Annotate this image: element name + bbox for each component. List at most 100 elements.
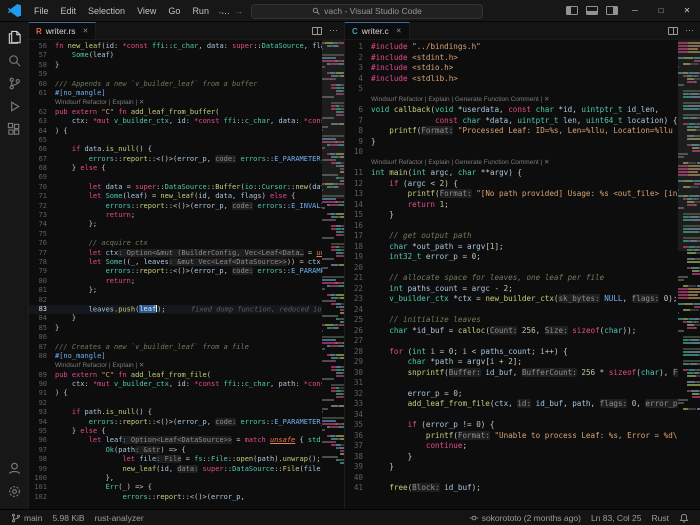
line-number[interactable]: 77 <box>29 249 55 258</box>
code-line[interactable]: 40 <box>345 473 678 484</box>
code-line[interactable]: 92 <box>29 399 322 408</box>
line-number[interactable] <box>345 158 371 169</box>
menu-item-edit[interactable]: Edit <box>55 0 83 22</box>
code-line[interactable]: 86 <box>29 333 322 342</box>
lsp-status[interactable]: rust-analyzer <box>90 510 149 525</box>
line-number[interactable]: 13 <box>345 189 371 200</box>
code-line[interactable]: 68 } else { <box>29 164 322 173</box>
split-editor-icon[interactable] <box>668 27 678 35</box>
code-line[interactable]: 91) { <box>29 389 322 398</box>
code-line[interactable]: 22 int paths_count = argc - 2; <box>345 284 678 295</box>
line-number[interactable]: 19 <box>345 252 371 263</box>
line-number[interactable]: 20 <box>345 263 371 274</box>
line-number[interactable]: 22 <box>345 284 371 295</box>
minimap-slider[interactable] <box>678 40 700 251</box>
codelens-actions[interactable]: Windsurf Refactor | Explain | ✕ <box>55 98 322 107</box>
code-line[interactable]: 57 Some(leaf) <box>29 51 322 60</box>
file-size-indicator[interactable]: 5.98 KiB <box>47 510 89 525</box>
line-number[interactable] <box>29 361 55 370</box>
line-number[interactable]: 69 <box>29 173 55 182</box>
more-actions-icon[interactable]: ⋯ <box>329 25 338 36</box>
code-line[interactable]: 96 let leaf: Option<Leaf<DataSource>> = … <box>29 436 322 445</box>
code-line[interactable]: 82 <box>29 296 322 305</box>
minimap[interactable] <box>678 40 700 509</box>
line-number[interactable]: 87 <box>29 343 55 352</box>
line-number[interactable]: 100 <box>29 474 55 483</box>
notifications-bell-icon[interactable] <box>674 510 694 525</box>
line-number[interactable]: 83 <box>29 305 55 314</box>
code-line[interactable]: 78 let Some((_, leaves: &mut Vec<Leaf<Da… <box>29 258 322 267</box>
code-line[interactable]: 90 ctx: *mut v_builder_ctx, id: *const f… <box>29 380 322 389</box>
line-number[interactable]: 71 <box>29 192 55 201</box>
code-line[interactable]: 1#include "../bindings.h" <box>345 42 678 53</box>
line-number[interactable]: 96 <box>29 436 55 445</box>
code-line[interactable]: 58} <box>29 61 322 70</box>
code-line[interactable]: 70 let data = super::DataSource::Buffer(… <box>29 183 322 192</box>
line-number[interactable]: 6 <box>345 105 371 116</box>
code-line[interactable]: 88#[no_mangle] <box>29 352 322 361</box>
line-number[interactable]: 76 <box>29 239 55 248</box>
language-mode[interactable]: Rust <box>647 510 674 525</box>
code-line[interactable]: 10 <box>345 147 678 158</box>
line-number[interactable]: 37 <box>345 441 371 452</box>
line-number[interactable]: 63 <box>29 117 55 126</box>
code-line[interactable]: 101 Err(_) => { <box>29 483 322 492</box>
code-line[interactable]: 11int main(int argc, char **argv) { <box>345 168 678 179</box>
code-line[interactable]: 69 <box>29 173 322 182</box>
code-line[interactable]: 71 let Some(leaf) = new_leaf(id, data, f… <box>29 192 322 201</box>
code-line[interactable]: 19 int32_t error_p = 0; <box>345 252 678 263</box>
code-line[interactable]: 84 } <box>29 314 322 323</box>
code-line[interactable]: 64) { <box>29 127 322 136</box>
code-line[interactable]: 35 if (error_p != 0) { <box>345 420 678 431</box>
line-number[interactable]: 92 <box>29 399 55 408</box>
code-line[interactable]: 102 errors::report::<()>(error_p, <box>29 493 322 502</box>
code-line[interactable]: 31 <box>345 378 678 389</box>
code-line[interactable]: 41 free(Block: id_buf); <box>345 483 678 494</box>
code-line[interactable]: 62pub extern "C" fn add_leaf_from_buffer… <box>29 108 322 117</box>
more-actions-icon[interactable]: ⋯ <box>685 25 694 36</box>
line-number[interactable]: 33 <box>345 399 371 410</box>
code-line[interactable]: 65 <box>29 136 322 145</box>
codelens-actions[interactable]: Windsurf Refactor | Explain | Generate F… <box>371 95 678 106</box>
code-line[interactable]: 13 printf(Format: "[No path provided] Us… <box>345 189 678 200</box>
code-line[interactable]: 12 if (argc < 2) { <box>345 179 678 190</box>
code-line[interactable]: 60/// Appends a new `v_builder_leaf` fro… <box>29 80 322 89</box>
line-number[interactable]: 91 <box>29 389 55 398</box>
code-line[interactable]: 39 } <box>345 462 678 473</box>
line-number[interactable]: 101 <box>29 483 55 492</box>
code-line[interactable]: 32 error_p = 0; <box>345 389 678 400</box>
codelens-row[interactable]: Windsurf Refactor | Explain | Generate F… <box>345 158 678 169</box>
code-line[interactable]: 15 } <box>345 210 678 221</box>
code-line[interactable]: 75 <box>29 230 322 239</box>
toggle-panel-icon[interactable] <box>586 6 598 15</box>
code-line[interactable]: 98 let file: File = fs::File::open(path)… <box>29 455 322 464</box>
line-number[interactable]: 86 <box>29 333 55 342</box>
line-number[interactable]: 94 <box>29 418 55 427</box>
code-line[interactable]: 2#include <stdint.h> <box>345 53 678 64</box>
line-number[interactable]: 5 <box>345 84 371 95</box>
account-icon[interactable] <box>2 457 26 480</box>
line-number[interactable]: 25 <box>345 315 371 326</box>
code-line[interactable]: 59 <box>29 70 322 79</box>
code-line[interactable]: 14 return 1; <box>345 200 678 211</box>
code-line[interactable]: 100 }, <box>29 474 322 483</box>
toggle-secondary-sidebar-icon[interactable] <box>606 6 618 15</box>
line-number[interactable]: 32 <box>345 389 371 400</box>
minimap[interactable] <box>322 40 344 509</box>
code-line[interactable]: 80 return; <box>29 277 322 286</box>
menu-item-go[interactable]: Go <box>162 0 186 22</box>
line-number[interactable]: 79 <box>29 267 55 276</box>
line-number[interactable]: 4 <box>345 74 371 85</box>
line-number[interactable]: 57 <box>29 51 55 60</box>
tab-writer-rs[interactable]: R writer.rs ✕ <box>29 22 96 39</box>
code-line[interactable]: 3#include <stdio.h> <box>345 63 678 74</box>
line-number[interactable]: 18 <box>345 242 371 253</box>
code-line[interactable]: 63 ctx: *mut v_builder_ctx, id: *const f… <box>29 117 322 126</box>
line-number[interactable]: 66 <box>29 145 55 154</box>
code-line[interactable]: 95 } else { <box>29 427 322 436</box>
minimap-slider[interactable] <box>322 40 344 199</box>
blame-indicator[interactable]: sokorototo (2 months ago) <box>464 510 586 525</box>
code-line[interactable]: 17 // get output path <box>345 231 678 242</box>
code-line[interactable]: 16 <box>345 221 678 232</box>
line-number[interactable]: 11 <box>345 168 371 179</box>
